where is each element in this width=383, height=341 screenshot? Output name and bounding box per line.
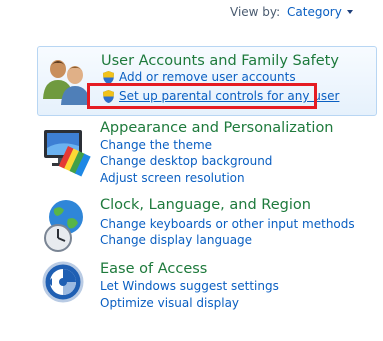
- adjust-resolution-link[interactable]: Adjust screen resolution: [100, 171, 245, 186]
- category-title[interactable]: User Accounts and Family Safety: [101, 52, 339, 70]
- category-appearance: Appearance and Personalization Change th…: [37, 118, 377, 188]
- category-title[interactable]: Appearance and Personalization: [100, 119, 334, 137]
- appearance-icon: [44, 130, 91, 177]
- view-by-label: View by:: [230, 5, 281, 19]
- optimize-visual-display-link[interactable]: Optimize visual display: [100, 296, 239, 311]
- dropdown-arrow-icon: [346, 10, 353, 14]
- globe-clock-icon: [44, 200, 83, 252]
- category-clock-language-region: Clock, Language, and Region Change keybo…: [37, 196, 377, 252]
- change-display-language-link[interactable]: Change display language: [100, 233, 252, 248]
- change-background-link[interactable]: Change desktop background: [100, 154, 272, 169]
- change-theme-link[interactable]: Change the theme: [100, 138, 212, 153]
- category-title[interactable]: Ease of Access: [100, 260, 207, 278]
- let-windows-suggest-link[interactable]: Let Windows suggest settings: [100, 279, 279, 294]
- highlight-box: [87, 83, 317, 109]
- category-title[interactable]: Clock, Language, and Region: [100, 196, 311, 214]
- view-by-value: Category: [287, 5, 342, 19]
- view-by-bar: View by: Category: [0, 4, 383, 20]
- ease-of-access-icon: [42, 261, 84, 303]
- link-label: Add or remove user accounts: [119, 70, 296, 84]
- category-ease-of-access: Ease of Access Let Windows suggest setti…: [37, 260, 377, 316]
- change-keyboards-link[interactable]: Change keyboards or other input methods: [100, 217, 355, 232]
- view-by-dropdown[interactable]: Category: [287, 4, 353, 20]
